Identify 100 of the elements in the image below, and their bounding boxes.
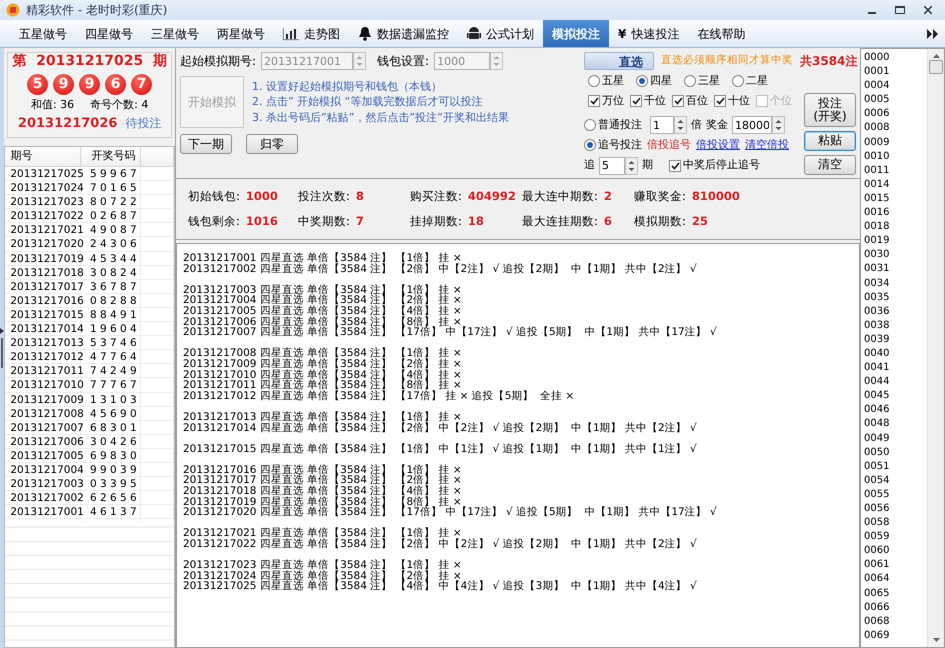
menu-tab[interactable]: 两星做号 [208,20,274,47]
list-item[interactable]: 0049 [864,432,927,446]
scroll-up-icon[interactable] [932,54,940,58]
stat-value: 8 [356,188,364,205]
menu-tab[interactable]: ¥ 快速投注 [609,20,688,47]
checkbox[interactable] [669,160,681,172]
log-line: 20131217013 四星直选 单倍【3584 注】 【1倍】 挂 × [183,412,463,422]
list-item[interactable]: 0041 [864,361,927,376]
menu-tab[interactable]: 数据遗漏监控 [349,20,458,47]
list-item[interactable]: 0006 [864,107,927,122]
checkbox[interactable] [588,94,600,107]
menu-tab[interactable]: 在线帮助 [688,20,754,47]
menu-tab[interactable]: 三星做号 [142,20,208,47]
list-item[interactable]: 0056 [864,502,927,516]
menu-tab[interactable]: 模拟投注 [543,20,609,47]
list-item[interactable]: 0055 [864,488,927,502]
list-item[interactable]: 0030 [864,248,927,262]
list-item[interactable]: 0051 [864,460,927,474]
checkbox[interactable] [630,94,642,107]
list-item[interactable]: 0038 [864,318,927,333]
link[interactable]: 倍投追号 [647,137,691,154]
action-button[interactable]: 清空 [804,154,856,174]
list-item[interactable]: 0009 [864,136,927,150]
list-item[interactable]: 0054 [864,474,927,488]
multiplier-field[interactable]: 1 [650,116,674,134]
next-button[interactable]: 下一期 [180,134,232,154]
list-item[interactable]: 0034 [864,276,927,291]
scrollbar[interactable] [927,49,944,647]
mode-toggle[interactable]: 直选 [584,52,654,70]
menu-tab[interactable]: 五星做号 [10,20,76,47]
list-item[interactable]: 0010 [864,150,927,164]
maximize-icon[interactable] [895,6,905,14]
splitter-grip-icon[interactable] [0,328,4,368]
list-item[interactable]: 0031 [864,262,927,276]
radio-button[interactable] [588,75,600,88]
number-ball: 7 [131,74,152,95]
spinner-icon[interactable] [625,156,638,174]
list-item[interactable]: 0060 [864,544,927,558]
link[interactable]: 清空倍投 [745,137,789,154]
radio-button[interactable] [732,75,744,88]
chase-field[interactable]: 5 [599,156,625,174]
list-item[interactable]: 0001 [864,65,927,80]
stat-value: 404992 [468,188,516,205]
menu-tab[interactable]: 走势图 [274,20,349,47]
link[interactable]: 倍投设置 [696,137,740,154]
list-item[interactable]: 0014 [864,178,927,192]
list-item[interactable]: 0011 [864,164,927,178]
menu-tab[interactable]: 公式计划 [458,20,543,47]
list-item[interactable]: 0066 [864,600,927,615]
list-item[interactable]: 0015 [864,192,927,206]
list-item[interactable]: 0050 [864,446,927,460]
list-item[interactable]: 0004 [864,79,927,94]
checkbox[interactable] [672,94,684,107]
scroll-thumb[interactable] [929,60,943,74]
list-item[interactable]: 0044 [864,375,927,390]
total-count: 共3584注 [800,53,858,70]
radio-button[interactable] [684,75,696,88]
list-item[interactable]: 0048 [864,417,927,432]
list-item[interactable]: 0018 [864,220,927,234]
rule-note: 直选必须顺序相同才算中奖 [661,53,793,68]
list-item[interactable]: 0064 [864,572,927,587]
action-button[interactable]: 粘贴 [804,130,856,150]
checkbox[interactable] [714,94,726,107]
action-button[interactable]: 投注 (开奖) [804,92,856,126]
list-item[interactable]: 0008 [864,121,927,136]
list-item[interactable]: 0016 [864,206,927,220]
stat-label: 最大连挂期数: [522,213,598,230]
list-item[interactable]: 0058 [864,516,927,530]
list-item[interactable]: 0040 [864,346,927,362]
list-item[interactable]: 0046 [864,403,927,418]
list-item[interactable]: 0061 [864,558,927,572]
radio-button[interactable] [584,119,596,131]
radio-button[interactable] [636,75,648,88]
column-header: 期号 [5,147,82,166]
list-item[interactable]: 0000 [864,51,927,66]
log-line: 20131217021 四星直选 单倍【3584 注】 【1倍】 挂 × [183,528,462,540]
list-item[interactable]: 0019 [864,234,927,248]
radio-button[interactable] [584,139,596,152]
scroll-right-icon[interactable] [927,28,939,38]
list-item[interactable]: 0039 [864,332,927,347]
list-item[interactable]: 0036 [864,304,927,319]
list-item[interactable]: 0059 [864,530,927,544]
reset-button[interactable]: 归零 [246,134,298,154]
list-item[interactable]: 0035 [864,290,927,305]
prize-field[interactable]: 18000 [732,116,772,134]
list-item[interactable]: 0005 [864,93,927,108]
stat-label: 赚取奖金: [634,188,686,205]
log-line: 20131217012 四星直选 单倍【3584 注】 【17倍】 挂 × 追投【5期】 全挂 × [183,390,576,402]
list-item[interactable]: 0068 [864,614,927,629]
list-item[interactable]: 0065 [864,586,927,601]
stat-value: 810000 [692,188,740,205]
list-item[interactable]: 0045 [864,389,927,404]
close-icon[interactable] [924,6,932,14]
scroll-down-icon[interactable] [932,638,940,642]
spinner-icon[interactable] [674,116,687,134]
list-item[interactable]: 0069 [864,628,927,643]
log-line: 20131217015 四星直选 单倍【3584 注】 【1倍】 中【1注】 √ 追投【1期】 中【1期】 共中【1注】 √ [183,444,698,454]
spinner-icon[interactable] [772,116,785,134]
log-line: 20131217020 四星直选 单倍【3584 注】 【17倍】 中【17注】 √ 追投【5期】 中【1期】 共中【17注】 √ [183,507,718,518]
menu-tab[interactable]: 四星做号 [76,20,142,47]
